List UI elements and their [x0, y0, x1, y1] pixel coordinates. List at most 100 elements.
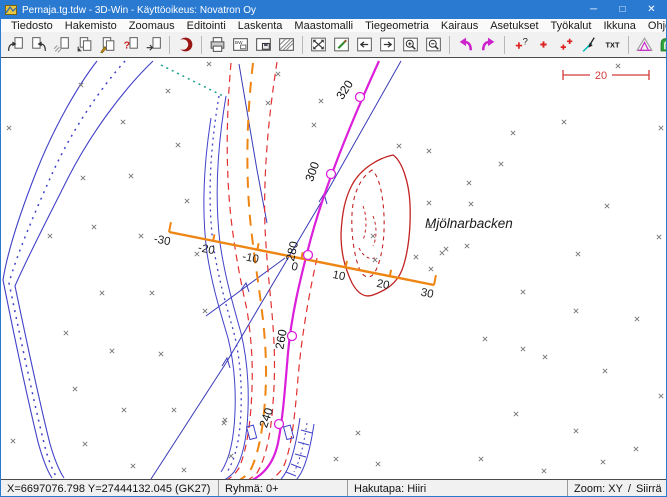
pick-line-button[interactable] [579, 34, 600, 56]
triangulation-button[interactable] [634, 34, 655, 56]
profile-tick-label: -30 [153, 233, 172, 248]
menu-item-laskenta[interactable]: Laskenta [232, 20, 289, 32]
survey-point-marker [100, 291, 104, 295]
elevation-label: 300 [302, 160, 322, 184]
text-button[interactable]: TXT [602, 34, 623, 56]
survey-point-marker [603, 369, 607, 373]
menu-item-maastomalli[interactable]: Maastomalli [288, 20, 359, 32]
map-canvas[interactable]: Mjölnarbacken 20 -30-20-100102030 320300… [1, 58, 667, 479]
road-tools-button[interactable] [657, 34, 666, 56]
survey-point-marker [574, 309, 578, 313]
survey-point-marker [511, 131, 515, 135]
file-copy-button[interactable] [74, 34, 95, 56]
file-formats-icon [52, 35, 71, 54]
menu-item-tiedosto[interactable]: Tiedosto [5, 20, 59, 32]
elevation-circle [304, 251, 313, 260]
maximize-button[interactable]: □ [608, 1, 637, 19]
menu-item-ikkuna[interactable]: Ikkuna [597, 20, 641, 32]
file-open-button[interactable] [5, 34, 26, 56]
redraw-button[interactable] [175, 34, 196, 56]
add-points-icon [557, 35, 576, 54]
fence-line-cross [206, 258, 285, 316]
save-view-button[interactable] [253, 34, 274, 56]
stream-band [3, 61, 153, 478]
survey-point-marker [659, 126, 663, 130]
menu-item-työkalut[interactable]: Työkalut [545, 20, 598, 32]
redo-button[interactable] [478, 34, 499, 56]
survey-point-marker [543, 355, 547, 359]
zoom-next-icon [378, 35, 397, 54]
close-button[interactable]: ✕ [637, 1, 666, 19]
zoom-out-button[interactable] [423, 34, 444, 56]
window-title: Pernaja.tg.tdw - 3D-Win - Käyttöoikeus: … [22, 5, 579, 16]
zoom-in-button[interactable] [400, 34, 421, 56]
scale-bar-label: 20 [595, 70, 607, 82]
survey-point-marker [139, 234, 143, 238]
toolbar-separator [201, 36, 202, 54]
survey-point-marker [83, 442, 87, 446]
elevation-label: 320 [333, 77, 356, 102]
hill-contours [341, 155, 410, 296]
add-point-query-button[interactable]: ? [510, 34, 531, 56]
survey-point-marker [444, 247, 448, 251]
menu-item-asetukset[interactable]: Asetukset [484, 20, 544, 32]
app-icon [5, 4, 17, 16]
file-close-button[interactable] [143, 34, 164, 56]
zoom-next-button[interactable] [377, 34, 398, 56]
file-save-button[interactable] [28, 34, 49, 56]
profile-tick [169, 222, 171, 232]
menu-item-zoomaus[interactable]: Zoomaus [123, 20, 181, 32]
profile-tick-label: 30 [420, 287, 435, 301]
survey-point-marker [172, 408, 176, 412]
zoom-window-button[interactable] [331, 34, 352, 56]
survey-point-marker [601, 460, 605, 464]
undo-button[interactable] [455, 34, 476, 56]
profile-tick [390, 270, 391, 276]
menu-item-kairaus[interactable]: Kairaus [435, 20, 484, 32]
file-formats-button[interactable] [51, 34, 72, 56]
print-button[interactable] [207, 34, 228, 56]
minimize-button[interactable]: ─ [579, 1, 608, 19]
hatch-area-button[interactable] [276, 34, 297, 56]
add-points-button[interactable] [556, 34, 577, 56]
survey-point-marker [356, 431, 360, 435]
survey-point-marker [182, 468, 186, 472]
survey-point-marker [659, 394, 663, 398]
point-markers [7, 62, 663, 473]
menu-item-hakemisto[interactable]: Hakemisto [59, 20, 123, 32]
profile-tick [257, 243, 258, 249]
add-point-button[interactable] [533, 34, 554, 56]
survey-point-marker [465, 244, 469, 248]
hatch-area-icon [277, 35, 296, 54]
file-paste-button[interactable] [97, 34, 118, 56]
triangulation-icon [635, 35, 654, 54]
file-help-button[interactable]: ? [120, 34, 141, 56]
survey-point-marker [427, 201, 431, 205]
svg-text:?: ? [523, 37, 528, 48]
survey-point-marker [176, 143, 180, 147]
elevation-label: 240 [256, 406, 276, 430]
file-copy-icon [75, 35, 94, 54]
survey-point-marker [514, 412, 518, 416]
toolbar-separator [449, 36, 450, 54]
survey-point-marker [266, 101, 270, 105]
zoom-all-button[interactable] [308, 34, 329, 56]
menu-item-tiegeometria[interactable]: Tiegeometria [359, 20, 435, 32]
survey-point-marker [616, 64, 620, 68]
stream-band-left-line [3, 61, 97, 478]
image-bw-icon: BW [231, 35, 250, 54]
profile-tick-label: 10 [331, 269, 346, 283]
hill-outline [341, 155, 410, 296]
zoom-prev-button[interactable] [354, 34, 375, 56]
menu-item-editointi[interactable]: Editointi [181, 20, 232, 32]
survey-point-marker [276, 72, 280, 76]
elevation-label: 260 [272, 328, 289, 350]
add-point-query-icon: ? [511, 35, 530, 54]
image-bw-button[interactable]: BW [230, 34, 251, 56]
survey-point-marker [479, 457, 483, 461]
survey-point-marker [185, 199, 189, 203]
place-label: Mjölnarbacken [425, 216, 513, 231]
scale-bar: 20 [563, 70, 649, 82]
menu-item-ohje[interactable]: Ohje [642, 20, 667, 32]
profile-tick [434, 275, 436, 285]
